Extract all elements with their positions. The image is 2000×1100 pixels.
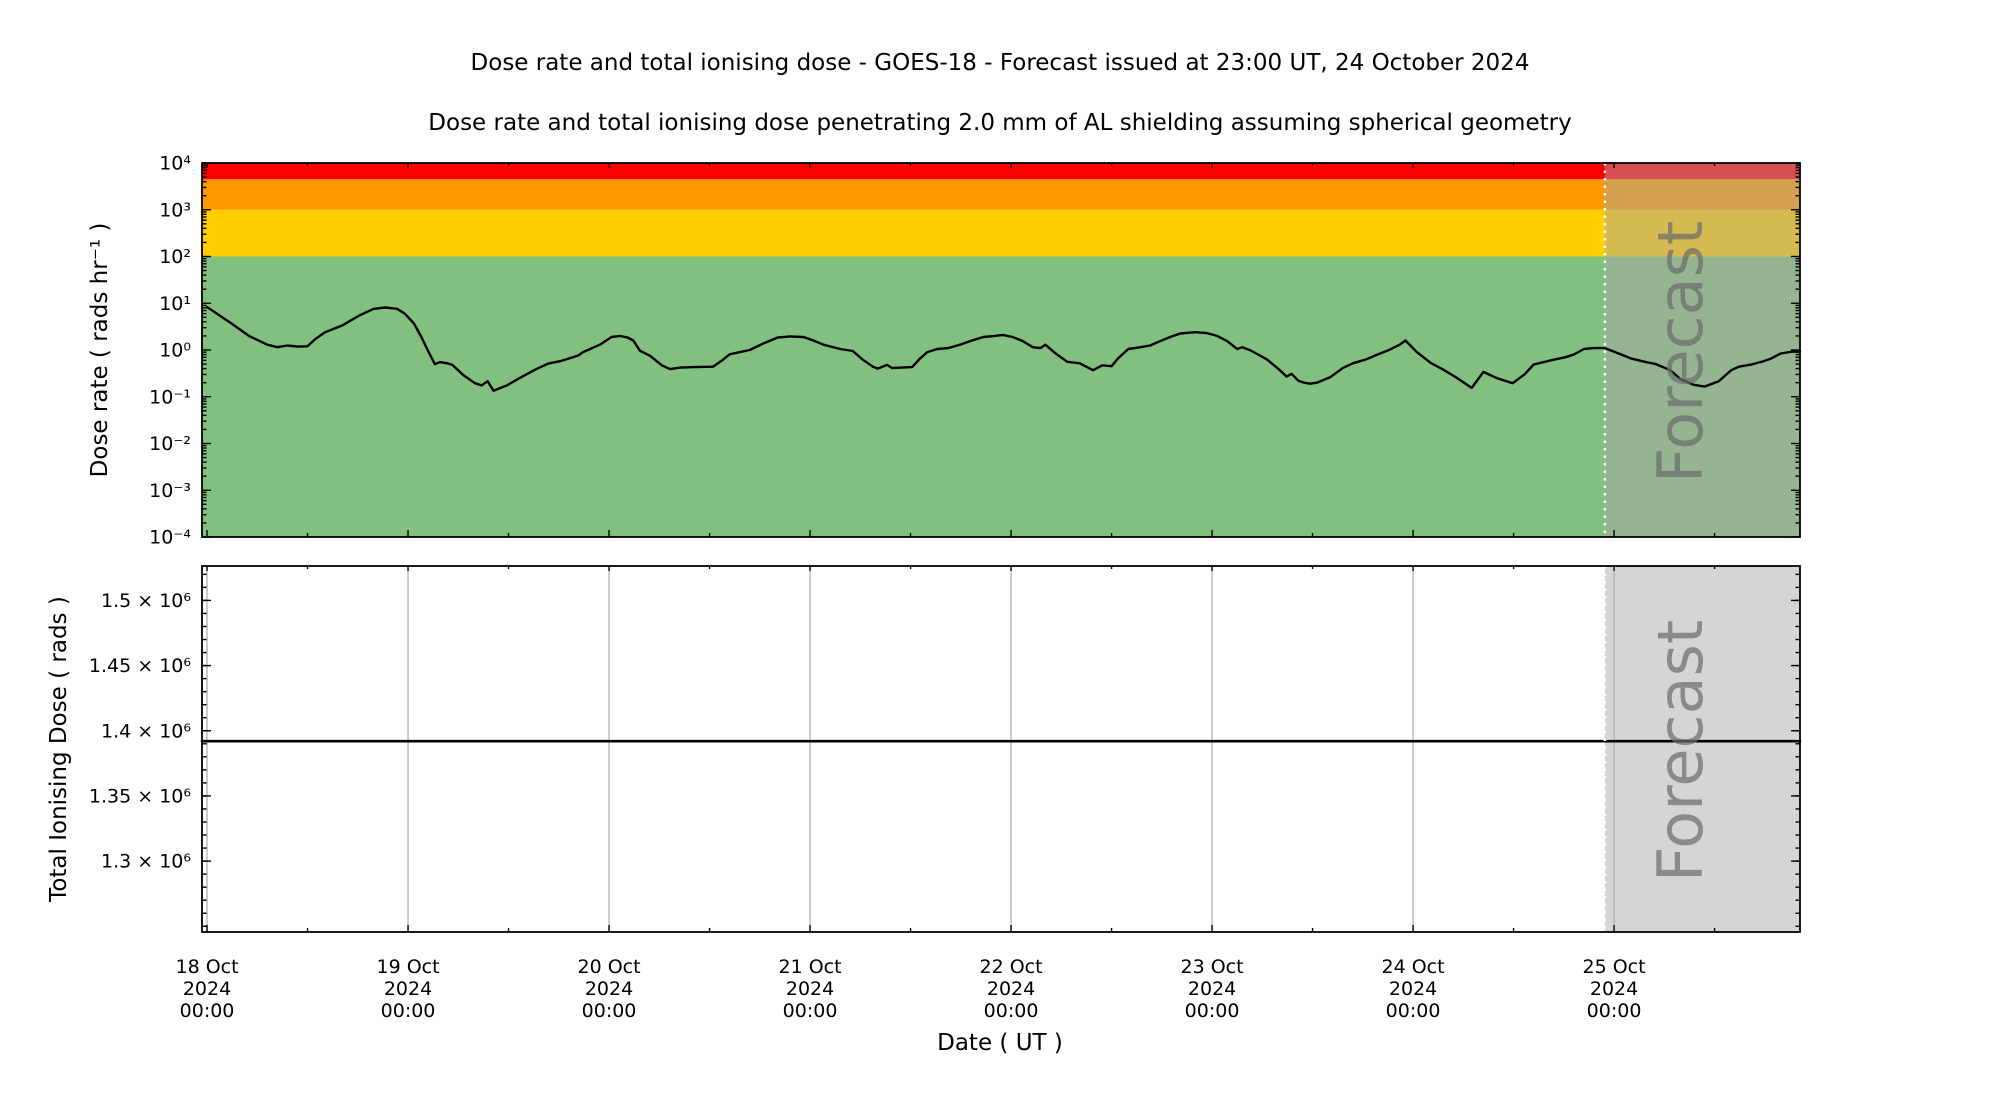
date-tick-label: 2024 (1590, 978, 1638, 1000)
date-tick-label: 2024 (987, 978, 1035, 1000)
total-dose-gridlines (207, 566, 1614, 932)
dose-forecast-chart: Forecast Forecast 10⁴ 10³ 10² 10¹ 10⁰ 10⁻¹ 10⁻… (0, 0, 2000, 1100)
date-tick-label: 22 Oct (980, 956, 1043, 978)
dose-rate-tick-label: 10⁴ (159, 153, 191, 175)
date-tick-label: 23 Oct (1181, 956, 1244, 978)
total-dose-tick-label: 1.3 × 10⁶ (101, 851, 191, 873)
total-dose-tick-label: 1.4 × 10⁶ (101, 720, 191, 742)
date-tick-label: 2024 (786, 978, 834, 1000)
dose-rate-tick-label: 10⁻¹ (149, 386, 191, 408)
dose-rate-tick-label: 10⁻² (149, 433, 191, 455)
date-tick-label: 18 Oct (175, 956, 238, 978)
date-tick-label: 00:00 (1587, 1000, 1642, 1022)
date-tick-label: 2024 (585, 978, 633, 1000)
dose-rate-y-axis-label: Dose rate ( rads hr⁻¹ ) (87, 223, 113, 478)
date-tick-label: 00:00 (582, 1000, 637, 1022)
date-tick-label: 20 Oct (577, 956, 640, 978)
date-tick-label: 00:00 (984, 1000, 1039, 1022)
dose-rate-threshold-bands (202, 163, 1800, 537)
date-tick-label: 19 Oct (376, 956, 439, 978)
dose-rate-band-green (202, 257, 1800, 538)
total-dose-tick-label: 1.5 × 10⁶ (101, 590, 191, 612)
forecast-watermark-bottom: Forecast (1644, 620, 1717, 882)
date-tick-label: 2024 (1188, 978, 1236, 1000)
x-axis-label: Date ( UT ) (937, 1030, 1063, 1056)
dose-rate-tick-label: 10¹ (159, 293, 191, 315)
date-tick-label: 25 Oct (1583, 956, 1646, 978)
date-tick-label: 2024 (183, 978, 231, 1000)
date-tick-label: 00:00 (1185, 1000, 1240, 1022)
dose-rate-tick-label: 10⁰ (159, 340, 191, 362)
chart-subtitle: Dose rate and total ionising dose penetr… (428, 110, 1571, 136)
dose-rate-band-yellow (202, 210, 1800, 257)
date-tick-label: 00:00 (381, 1000, 436, 1022)
figure: Forecast Forecast 10⁴ 10³ 10² 10¹ 10⁰ 10⁻¹ 10⁻… (0, 0, 2000, 1100)
dose-rate-tick-label: 10³ (159, 199, 191, 221)
date-tick-label: 00:00 (1386, 1000, 1441, 1022)
dose-rate-tick-label: 10⁻⁴ (149, 527, 191, 549)
chart-title: Dose rate and total ionising dose - GOES… (471, 50, 1530, 76)
date-tick-label: 00:00 (180, 1000, 235, 1022)
total-dose-tick-label: 1.45 × 10⁶ (89, 655, 191, 677)
forecast-watermark-top: Forecast (1644, 221, 1717, 483)
date-tick-label: 2024 (1389, 978, 1437, 1000)
date-tick-label: 2024 (384, 978, 432, 1000)
date-tick-label: 21 Oct (779, 956, 842, 978)
date-tick-label: 00:00 (783, 1000, 838, 1022)
total-dose-y-axis-label: Total Ionising Dose ( rads ) (46, 596, 72, 903)
total-dose-panel-border (202, 566, 1800, 932)
dose-rate-band-red (202, 163, 1800, 179)
dose-rate-tick-label: 10⁻³ (149, 480, 191, 502)
total-dose-tick-label: 1.35 × 10⁶ (89, 785, 191, 807)
dose-rate-tick-label: 10² (159, 246, 191, 268)
date-tick-label: 24 Oct (1382, 956, 1445, 978)
dose-rate-band-orange (202, 179, 1800, 210)
